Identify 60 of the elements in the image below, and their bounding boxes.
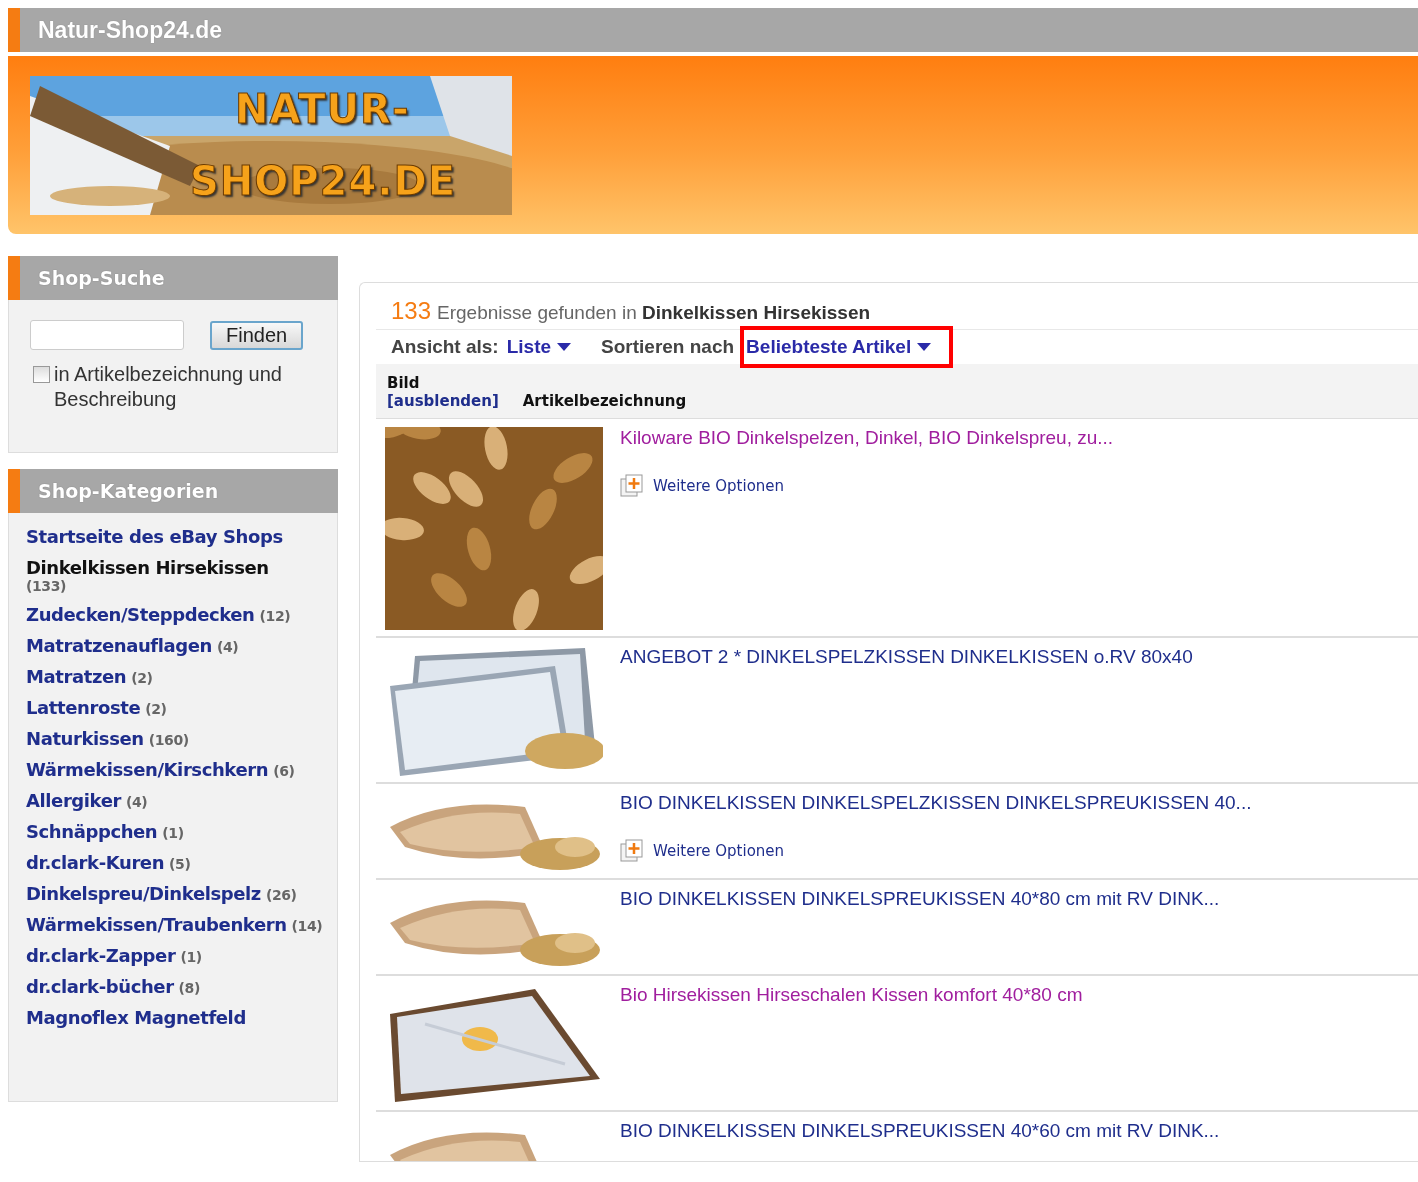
logo-text: SHOP24.DE <box>190 158 456 204</box>
item-count: (8) <box>178 980 200 996</box>
product-link[interactable]: BIO DINKELKISSEN DINKELSPREUKISSEN 40*60 cm mit RV DINK... <box>620 1120 1220 1142</box>
more-options-link[interactable]: Weitere Optionen <box>653 842 785 860</box>
plus-icon <box>620 839 644 863</box>
category-link[interactable]: Matratzenauflagen <box>26 635 212 656</box>
category-link[interactable]: Naturkissen <box>26 728 144 749</box>
item-count: (4) <box>217 639 239 655</box>
category-link[interactable]: Magnoflex Magnetfeld <box>26 1007 246 1028</box>
column-header: Bild <box>387 374 420 392</box>
item-count: (26) <box>265 887 297 903</box>
category-link[interactable]: Startseite des eBay Shops <box>26 526 283 547</box>
category-link[interactable]: Schnäppchen <box>26 821 158 842</box>
site-title-bar: Natur-Shop24.de <box>8 8 1418 52</box>
view-label: Ansicht als: <box>391 336 499 358</box>
category-link[interactable]: Lattenroste <box>26 697 141 718</box>
item-count: (133) <box>26 578 68 594</box>
panel-header: Shop-Kategorien <box>8 469 338 513</box>
plus-icon <box>620 474 644 498</box>
hide-link[interactable]: [ausblenden] <box>387 392 499 410</box>
category-link[interactable]: dr.clark-bücher <box>26 976 174 997</box>
item-count: (2) <box>131 670 153 686</box>
result-summary: Ergebnisse gefunden in Dinkelkissen Hirsekissen <box>437 302 871 324</box>
item-count: (14) <box>291 918 323 934</box>
category-link[interactable]: Zudecken/Steppdecken <box>26 604 255 625</box>
search-field[interactable] <box>30 320 184 350</box>
item-count: (4) <box>126 794 148 810</box>
sort-dropdown[interactable]: Beliebteste Artikel <box>746 336 932 358</box>
product-link[interactable]: Bio Hirsekissen Hirseschalen Kissen komfort 40*80 cm <box>620 984 1083 1006</box>
category-link[interactable]: Allergiker <box>26 790 121 811</box>
item-count: (12) <box>259 608 291 624</box>
item-count: (2) <box>145 701 167 717</box>
view-dropdown[interactable]: Liste <box>506 336 572 358</box>
product-link[interactable]: BIO DINKELKISSEN DINKELSPELZKISSEN DINKELSPREUKISSEN 40... <box>620 792 1252 814</box>
category-link[interactable]: Wärmekissen/Kirschkern <box>26 759 269 780</box>
more-options-link[interactable]: Weitere Optionen <box>653 477 785 495</box>
checkbox-label: in Artikelbezeichnung und Beschreibung <box>54 362 283 412</box>
caret-icon <box>557 343 572 351</box>
category-link[interactable]: Dinkelkissen Hirsekissen <box>26 557 269 578</box>
search-button[interactable]: Finden <box>210 320 304 350</box>
item-count: (1) <box>180 949 202 965</box>
category-link[interactable]: Wärmekissen/Traubenkern <box>26 914 287 935</box>
item-count: (1) <box>162 825 184 841</box>
item-count: (160) <box>148 732 189 748</box>
category-link[interactable]: Dinkelspreu/Dinkelspelz <box>26 883 261 904</box>
logo-text: NATUR- <box>235 86 410 132</box>
item-count: (6) <box>273 763 295 779</box>
column-header: Artikelbezeichnung <box>522 392 687 410</box>
category-link[interactable]: dr.clark-Kuren <box>26 852 165 873</box>
product-link[interactable]: ANGEBOT 2 * DINKELSPELZKISSEN DINKELKISSEN o.RV 80x40 <box>620 646 1193 668</box>
product-link[interactable]: Kiloware BIO Dinkelspelzen, Dinkel, BIO Dinkelspreu, zu... <box>620 427 1114 449</box>
checkbox[interactable] <box>33 366 50 383</box>
product-link[interactable]: BIO DINKELKISSEN DINKELSPREUKISSEN 40*80 cm mit RV DINK... <box>620 888 1220 910</box>
panel-header: Shop-Suche <box>8 256 338 300</box>
result-count: 133 <box>391 297 432 325</box>
category-link[interactable]: Matratzen <box>26 666 127 687</box>
sort-label: Sortieren nach <box>601 336 735 358</box>
item-count: (5) <box>169 856 191 872</box>
caret-icon <box>917 343 932 351</box>
category-link[interactable]: dr.clark-Zapper <box>26 945 176 966</box>
